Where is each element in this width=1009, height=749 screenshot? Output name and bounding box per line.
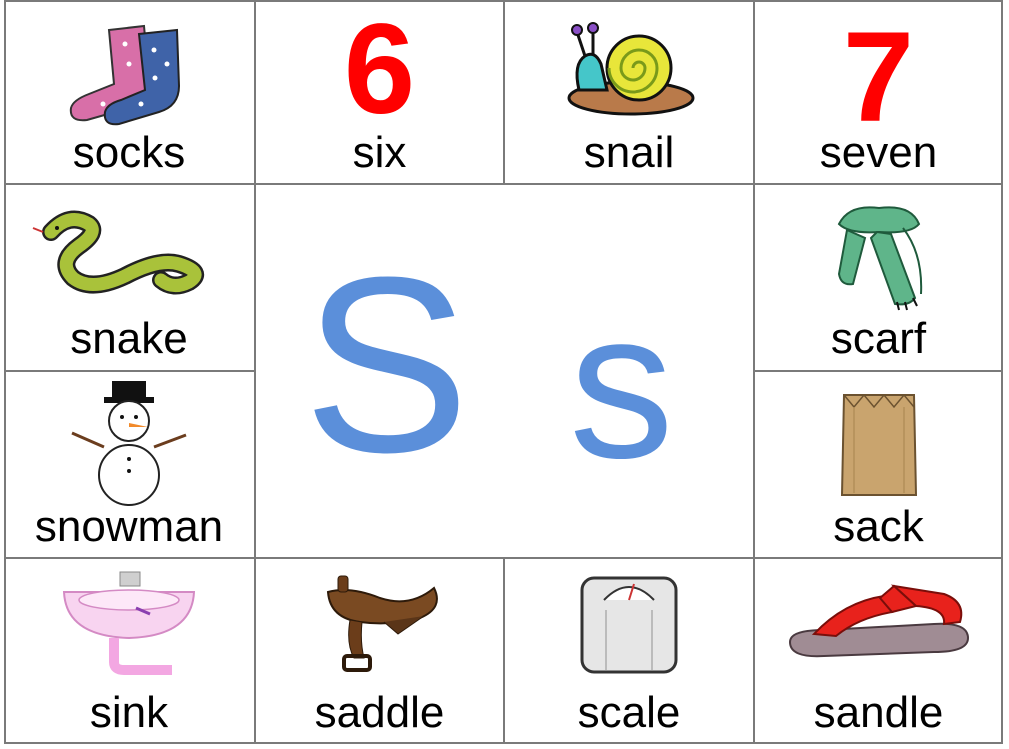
snowman-icon [71, 381, 187, 506]
snail-icon [567, 22, 695, 116]
scale-icon [580, 576, 678, 674]
word-scale: scale [577, 688, 681, 737]
cell-scarf: scarf [754, 184, 1003, 371]
cell-snake: snake [4, 184, 254, 371]
word-six: six [352, 128, 407, 177]
word-socks: socks [72, 128, 186, 177]
sack-icon [840, 393, 917, 496]
cell-socks: socks [4, 0, 254, 184]
cell-sack: sack [754, 371, 1003, 558]
cell-snail: snail [504, 0, 754, 184]
word-sack: sack [833, 502, 924, 551]
center-letters: S s [255, 184, 754, 558]
cell-sink: sink [4, 558, 254, 744]
word-scarf: scarf [830, 314, 927, 363]
word-seven: seven [819, 128, 938, 177]
word-sink: sink [89, 688, 169, 737]
word-grid: socks 6 six snail 7 seven snake scarf S … [4, 0, 1003, 744]
cell-seven: 7 seven [754, 0, 1003, 184]
letter-lowercase: s [569, 267, 674, 502]
snake-icon [32, 210, 204, 295]
word-snail: snail [583, 128, 675, 177]
cell-snowman: snowman [4, 371, 254, 558]
word-snake: snake [70, 314, 188, 363]
saddle-icon [326, 575, 438, 672]
word-sandle: sandle [813, 688, 944, 737]
scarf-icon [837, 206, 922, 311]
numeral-six: 6 [343, 0, 416, 141]
word-snowman: snowman [34, 502, 224, 551]
sink-icon [62, 571, 196, 675]
cell-six: 6 six [255, 0, 504, 184]
numeral-seven: 7 [842, 6, 915, 149]
cell-saddle: saddle [255, 558, 504, 744]
word-saddle: saddle [314, 688, 445, 737]
cell-sandle: sandle [754, 558, 1003, 744]
cell-scale: scale [504, 558, 754, 744]
letter-uppercase: S [303, 225, 470, 504]
sandal-icon [788, 584, 969, 658]
socks-icon [69, 24, 181, 126]
